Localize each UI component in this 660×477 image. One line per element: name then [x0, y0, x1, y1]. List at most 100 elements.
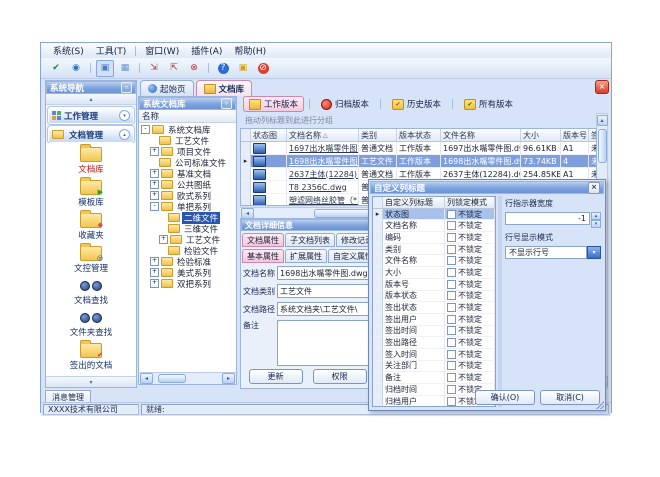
- expand-icon[interactable]: +: [150, 169, 159, 178]
- version-button-归档版本[interactable]: 归档版本: [315, 96, 375, 112]
- chevron-toggle-icon[interactable]: ▾: [119, 110, 130, 121]
- dialog-grid-row[interactable]: 签出路径不锁定: [373, 337, 495, 349]
- scroll-thumb[interactable]: [158, 374, 186, 383]
- dialog-splitter[interactable]: [498, 196, 502, 407]
- menu-item-2[interactable]: 工具(T): [90, 44, 133, 57]
- sidebar-item-文档库[interactable]: 文档库: [78, 147, 104, 175]
- dialog-grid-row[interactable]: 签入时间不锁定: [373, 349, 495, 361]
- tree-item-系统文档库[interactable]: -系统文档库: [139, 124, 236, 135]
- permission-button[interactable]: 权限: [313, 369, 367, 384]
- checkbox[interactable]: [447, 245, 456, 254]
- details-tab-子文档列表[interactable]: 子文档列表: [285, 233, 335, 247]
- checkin-doc-icon[interactable]: ⇱: [165, 60, 183, 77]
- column-header-文件名称[interactable]: 文件名称: [441, 129, 521, 142]
- dialog-column-header-列锁定模式[interactable]: 列锁定模式: [445, 197, 495, 209]
- tree-item-项目文件[interactable]: +项目文件: [139, 146, 236, 157]
- cancel-button[interactable]: 取消(C): [540, 390, 600, 405]
- dialog-grid-row[interactable]: 备注不锁定: [373, 372, 495, 384]
- expand-icon[interactable]: +: [150, 147, 159, 156]
- checkbox[interactable]: [447, 221, 456, 230]
- tree-item-美式系列[interactable]: +美式系列: [139, 267, 236, 278]
- tree-item-双把系列[interactable]: +双把系列: [139, 278, 236, 289]
- checkbox[interactable]: [447, 373, 456, 382]
- dialog-grid-row[interactable]: 类别不锁定: [373, 244, 495, 256]
- column-header-大小[interactable]: 大小: [521, 129, 561, 142]
- checkbox[interactable]: [447, 385, 456, 394]
- checkbox[interactable]: [447, 280, 456, 289]
- column-header-签出状态[interactable]: 签出状态: [589, 129, 597, 142]
- field-value[interactable]: 系统文档夹\工艺文件\: [277, 302, 372, 316]
- chevron-down-icon[interactable]: ▾: [587, 246, 601, 259]
- sidebar-item-收藏夹[interactable]: ◆收藏夹: [78, 213, 104, 241]
- tree-item-检验文件[interactable]: 检验文件: [139, 245, 236, 256]
- tree-item-基准文档[interactable]: +基准文档: [139, 168, 236, 179]
- table-row[interactable]: 1697出水嘴零件图.dwg普通文档工作版本1697出水嘴零件图.dwg96.6…: [241, 142, 596, 155]
- help-icon[interactable]: ?: [214, 60, 232, 77]
- details-subtab-扩展属性[interactable]: 扩展属性: [285, 249, 327, 263]
- document-name-link[interactable]: 2637主体(12284).dwg: [289, 169, 359, 180]
- expand-icon[interactable]: +: [150, 191, 159, 200]
- sidebar-item-签出的文档[interactable]: ✔签出的文档: [70, 343, 113, 371]
- checkbox[interactable]: [447, 291, 456, 300]
- version-button-历史版本[interactable]: ✔历史版本: [386, 96, 447, 112]
- checkbox[interactable]: [447, 315, 456, 324]
- checkbox[interactable]: [447, 397, 456, 406]
- chevron-toggle-icon[interactable]: ▴: [119, 129, 130, 140]
- checkbox[interactable]: [447, 233, 456, 242]
- spinner-down-icon[interactable]: ▾: [591, 220, 601, 228]
- field-value[interactable]: 工艺文件: [277, 284, 372, 298]
- undo-checkout-icon[interactable]: ⊗: [185, 60, 203, 77]
- tree-item-欧式系列[interactable]: +欧式系列: [139, 190, 236, 201]
- column-header-版本状态[interactable]: 版本状态: [397, 129, 441, 142]
- tree-column-header[interactable]: 名称: [139, 110, 236, 123]
- menu-item-4[interactable]: 插件(A): [185, 44, 228, 57]
- column-header-类别[interactable]: 类别: [359, 129, 397, 142]
- version-button-所有版本[interactable]: ✔所有版本: [458, 96, 519, 112]
- menu-item-5[interactable]: 帮助(H): [228, 44, 272, 57]
- expand-icon[interactable]: +: [159, 235, 168, 244]
- version-button-工作版本[interactable]: 工作版本: [243, 96, 304, 112]
- expand-icon[interactable]: +: [150, 268, 159, 277]
- sidebar-section-2[interactable]: 文档管理▴: [48, 126, 134, 143]
- scroll-thumb[interactable]: [598, 129, 607, 163]
- sidebar-collapse-down[interactable]: ▾: [46, 376, 136, 387]
- dialog-grid-row[interactable]: 签出时间不锁定: [373, 326, 495, 338]
- table-row[interactable]: ▸1698出水嘴零件图.dwg工艺文件工作版本1698出水嘴零件图.dwg73.…: [241, 155, 596, 168]
- dialog-title-bar[interactable]: 自定义列标题 ×: [370, 181, 604, 194]
- tree-item-公共图纸[interactable]: +公共图纸: [139, 179, 236, 190]
- expand-icon[interactable]: +: [150, 279, 159, 288]
- open-folder-icon[interactable]: ▣: [96, 60, 114, 77]
- dialog-grid-row[interactable]: 文件名称不锁定: [373, 255, 495, 267]
- tab-文档库[interactable]: 文档库: [196, 80, 253, 96]
- sidebar-item-文件夹查找[interactable]: 文件夹查找: [70, 311, 113, 338]
- close-icon[interactable]: ×: [588, 182, 600, 194]
- globe-icon[interactable]: ◉: [67, 60, 85, 77]
- expand-icon[interactable]: +: [150, 180, 159, 189]
- column-header-文档名称[interactable]: 文档名称△: [287, 129, 359, 142]
- workspace-connect-icon[interactable]: ✔: [47, 60, 65, 77]
- tree-item-工艺文件[interactable]: +工艺文件: [139, 234, 236, 245]
- sidebar-item-模板库[interactable]: ▶模板库: [78, 180, 104, 208]
- dialog-grid-row[interactable]: 编码不锁定: [373, 232, 495, 244]
- tree-item-三维文件[interactable]: 三维文件: [139, 223, 236, 234]
- dialog-grid-row[interactable]: 版本号不锁定: [373, 279, 495, 291]
- sidebar-item-文档查找[interactable]: 文档查找: [74, 279, 108, 306]
- sidebar-section-1[interactable]: 工作管理▾: [48, 107, 134, 124]
- checkbox[interactable]: [447, 210, 456, 219]
- folder-view-icon[interactable]: ▦: [116, 60, 134, 77]
- dialog-grid-row[interactable]: 签出用户不锁定: [373, 314, 495, 326]
- expand-icon[interactable]: +: [150, 257, 159, 266]
- tree-horizontal-scrollbar[interactable]: ◂ ▸: [139, 372, 236, 384]
- sidebar-item-文控管理[interactable]: ◎文控管理: [74, 246, 108, 274]
- document-name-link[interactable]: 1697出水嘴零件图.dwg: [289, 143, 359, 154]
- dialog-grid-row[interactable]: 文档名称不锁定: [373, 220, 495, 232]
- sidebar-collapse-up[interactable]: ▴: [46, 94, 136, 105]
- pin-icon[interactable]: ▿: [121, 82, 132, 93]
- update-button[interactable]: 更新: [249, 369, 303, 384]
- checkout-doc-icon[interactable]: ⇲: [145, 60, 163, 77]
- dialog-grid-row[interactable]: 版本状态不锁定: [373, 291, 495, 303]
- dialog-grid-row[interactable]: 大小不锁定: [373, 267, 495, 279]
- dialog-grid-row[interactable]: ▸状态图不锁定: [373, 209, 495, 221]
- checkbox[interactable]: [447, 361, 456, 370]
- row-indicator-width-input[interactable]: -1: [505, 212, 590, 225]
